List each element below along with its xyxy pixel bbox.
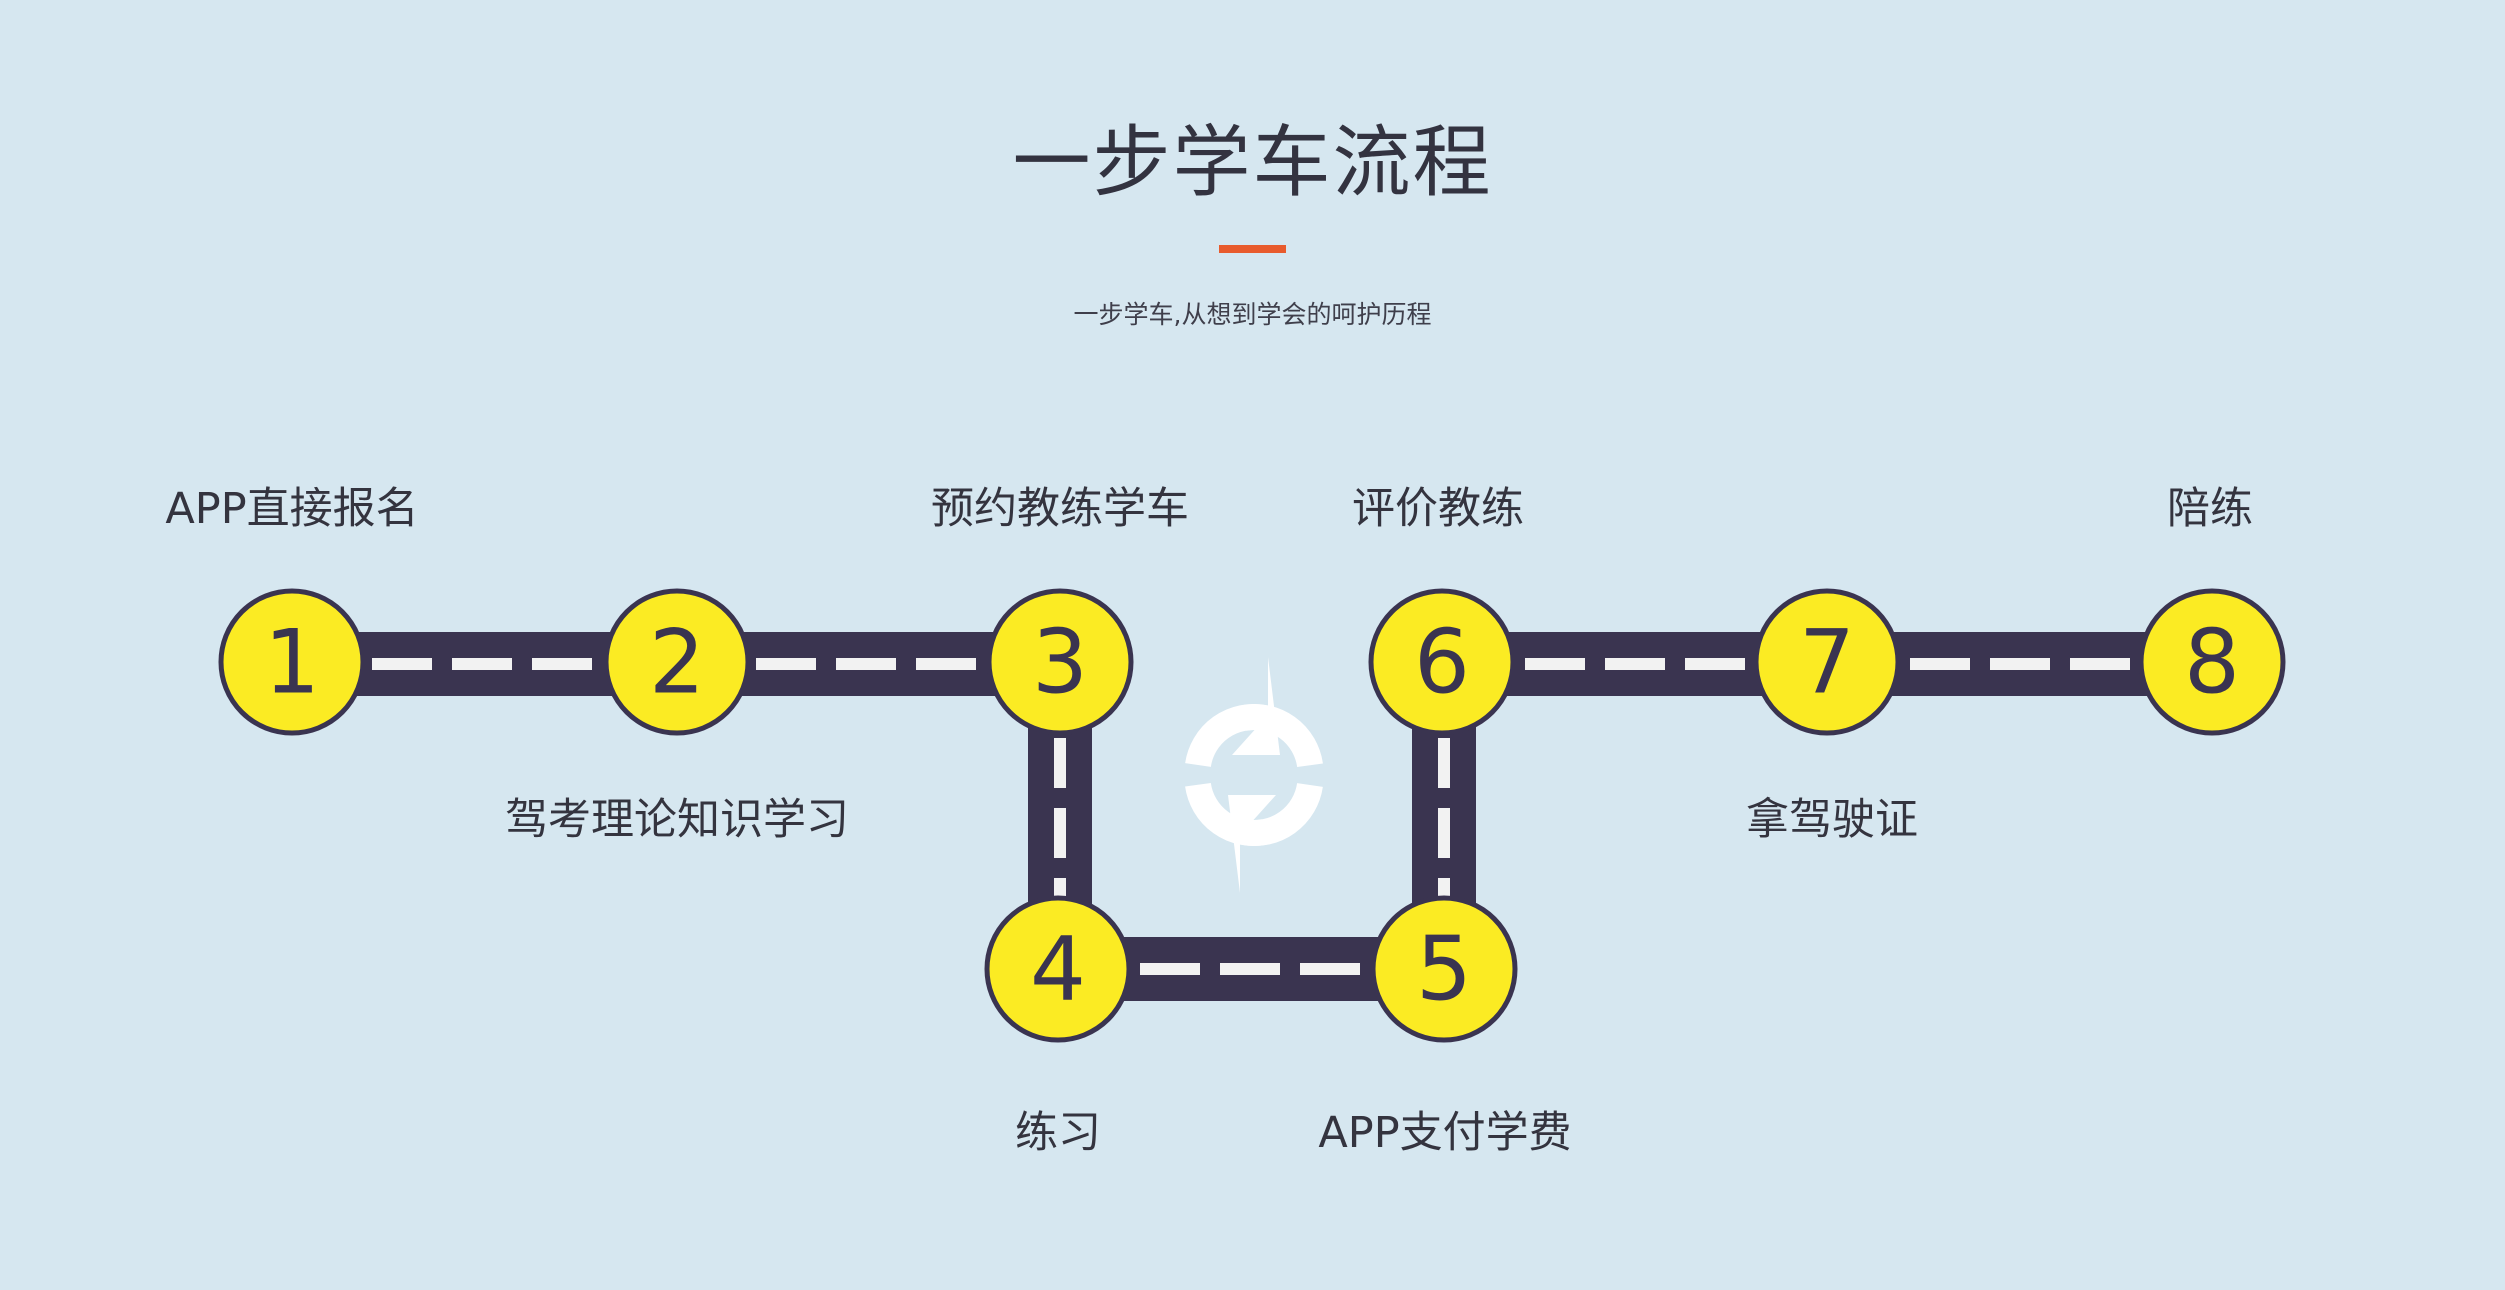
step-number-3: 3 [1032, 611, 1088, 714]
step-number-4: 4 [1030, 918, 1086, 1021]
step-node-4: 4 [984, 895, 1132, 1043]
step-number-8: 8 [2184, 611, 2240, 714]
road-diagram: 1 2 3 4 5 6 7 8 [218, 588, 2286, 1043]
step-node-5: 5 [1370, 895, 1518, 1043]
step-label-5: APP支付学费 [1318, 1108, 1572, 1158]
step-label-8: 陪练 [2167, 484, 2253, 534]
step-number-2: 2 [649, 611, 705, 714]
step-number-7: 7 [1799, 611, 1855, 714]
step-number-5: 5 [1416, 918, 1472, 1021]
step-number-6: 6 [1414, 611, 1470, 714]
step-number-1: 1 [264, 611, 320, 714]
step-node-1: 1 [218, 588, 366, 736]
step-label-2: 驾考理论知识学习 [505, 795, 849, 845]
step-label-1: APP直接报名 [165, 484, 419, 534]
step-label-4: 练习 [1015, 1108, 1101, 1158]
step-node-8: 8 [2138, 588, 2286, 736]
process-page: 一步学车流程 一步学车,从想到学会的呵护历程 1 2 3 4 5 6 7 8 A… [0, 0, 2505, 1290]
step-node-3: 3 [986, 588, 1134, 736]
step-label-6: 评价教练 [1352, 484, 1524, 534]
step-label-3: 预约教练学车 [931, 484, 1189, 534]
step-node-6: 6 [1368, 588, 1516, 736]
step-node-7: 7 [1753, 588, 1901, 736]
refresh-arrows-icon [1185, 657, 1323, 893]
step-label-7: 拿驾驶证 [1746, 795, 1918, 845]
step-node-2: 2 [603, 588, 751, 736]
